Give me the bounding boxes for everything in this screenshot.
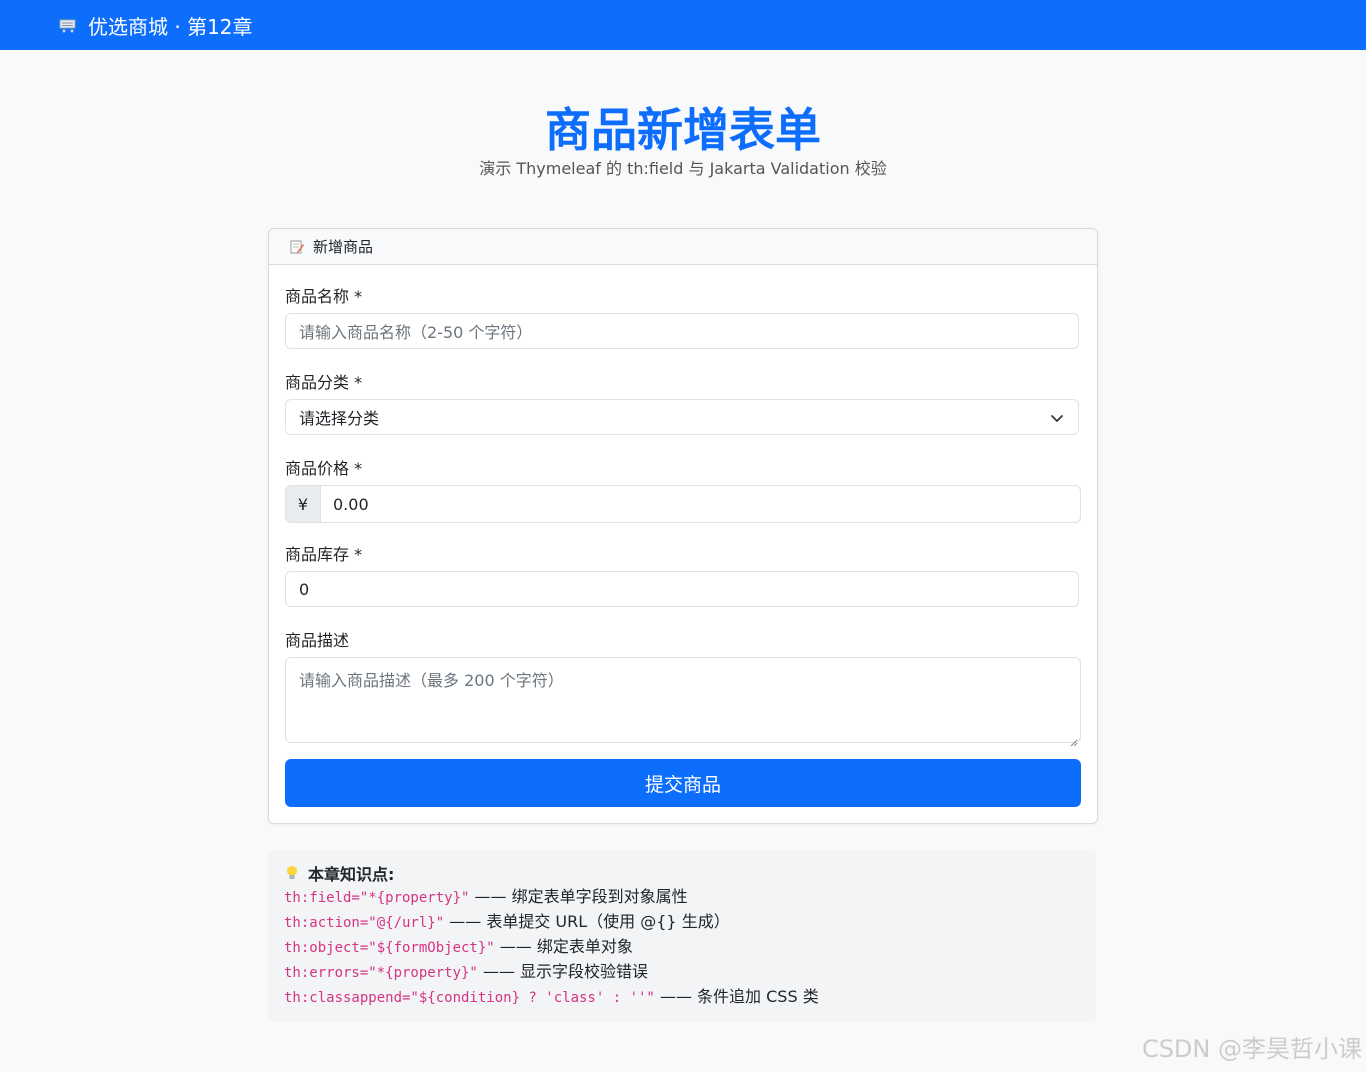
- product-form-card: 新增商品 商品名称 * 请输入商品名称（2-50 个字符） 商品分类 * 请选择…: [268, 228, 1098, 824]
- note-text: —— 绑定表单字段到对象属性: [469, 887, 688, 906]
- note-text: —— 显示字段校验错误: [477, 962, 649, 981]
- shopping-cart-icon: [58, 15, 78, 35]
- category-select[interactable]: 请选择分类: [285, 399, 1079, 435]
- price-input[interactable]: 0.00: [320, 485, 1081, 523]
- note-text: —— 条件追加 CSS 类: [654, 987, 819, 1006]
- note-text: —— 表单提交 URL（使用 @{} 生成）: [444, 912, 730, 931]
- note-item: th:errors="*{property}" —— 显示字段校验错误: [284, 959, 1080, 984]
- note-text: —— 绑定表单对象: [494, 937, 633, 956]
- name-label: 商品名称 *: [285, 287, 363, 306]
- card-header: 新增商品: [269, 229, 1097, 265]
- note-code: th:action="@{/url}": [284, 915, 445, 931]
- price-value: 0.00: [333, 494, 369, 514]
- note-code: th:errors="*{property}": [284, 965, 478, 981]
- top-navbar: 优选商城 · 第12章: [0, 0, 1366, 50]
- product-name-input[interactable]: 请输入商品名称（2-50 个字符）: [285, 313, 1079, 349]
- description-label: 商品描述: [285, 631, 350, 650]
- lightbulb-icon: [284, 864, 300, 882]
- note-item: th:classappend="${condition} ? 'class' :…: [284, 984, 1080, 1009]
- category-label: 商品分类 *: [285, 373, 363, 392]
- brand-link[interactable]: 优选商城 · 第12章: [58, 11, 253, 40]
- knowledge-notes: 本章知识点: th:field="*{property}" —— 绑定表单字段到…: [268, 850, 1096, 1022]
- product-name-placeholder: 请输入商品名称（2-50 个字符）: [299, 323, 533, 342]
- page-hero: 商品新增表单 演示 Thymeleaf 的 th:field 与 Jakarta…: [0, 96, 1366, 178]
- stock-input[interactable]: 0: [285, 571, 1079, 607]
- note-code: th:field="*{property}": [284, 890, 470, 906]
- notes-title-text: 本章知识点:: [308, 865, 395, 884]
- note-code: th:classappend="${condition} ? 'class' :…: [284, 990, 655, 1006]
- page-title: 商品新增表单: [545, 103, 821, 157]
- brand-text: 优选商城 · 第12章: [88, 14, 253, 39]
- category-selected: 请选择分类: [299, 409, 380, 428]
- chevron-down-icon: [1050, 410, 1064, 424]
- price-label: 商品价格 *: [285, 459, 363, 478]
- stock-label: 商品库存 *: [285, 545, 363, 564]
- stock-value: 0: [299, 579, 310, 599]
- note-item: th:field="*{property}" —— 绑定表单字段到对象属性: [284, 884, 1080, 909]
- notes-title: 本章知识点:: [284, 862, 1080, 884]
- description-placeholder: 请输入商品描述（最多 200 个字符）: [299, 671, 564, 690]
- currency-prefix: ¥: [285, 485, 320, 523]
- card-header-title: 新增商品: [313, 238, 374, 256]
- note-item: th:action="@{/url}" —— 表单提交 URL（使用 @{} 生…: [284, 909, 1080, 934]
- memo-icon: [289, 239, 305, 255]
- price-input-group: ¥ 0.00: [285, 485, 1081, 523]
- watermark: CSDN @李昊哲小课: [1141, 1035, 1362, 1063]
- description-textarea[interactable]: 请输入商品描述（最多 200 个字符）: [285, 657, 1081, 747]
- note-item: th:object="${formObject}" —— 绑定表单对象: [284, 934, 1080, 959]
- note-code: th:object="${formObject}": [284, 940, 495, 956]
- resize-handle-icon[interactable]: [1070, 732, 1078, 747]
- page-subtitle: 演示 Thymeleaf 的 th:field 与 Jakarta Valida…: [479, 159, 887, 178]
- submit-product-button[interactable]: 提交商品: [285, 759, 1081, 807]
